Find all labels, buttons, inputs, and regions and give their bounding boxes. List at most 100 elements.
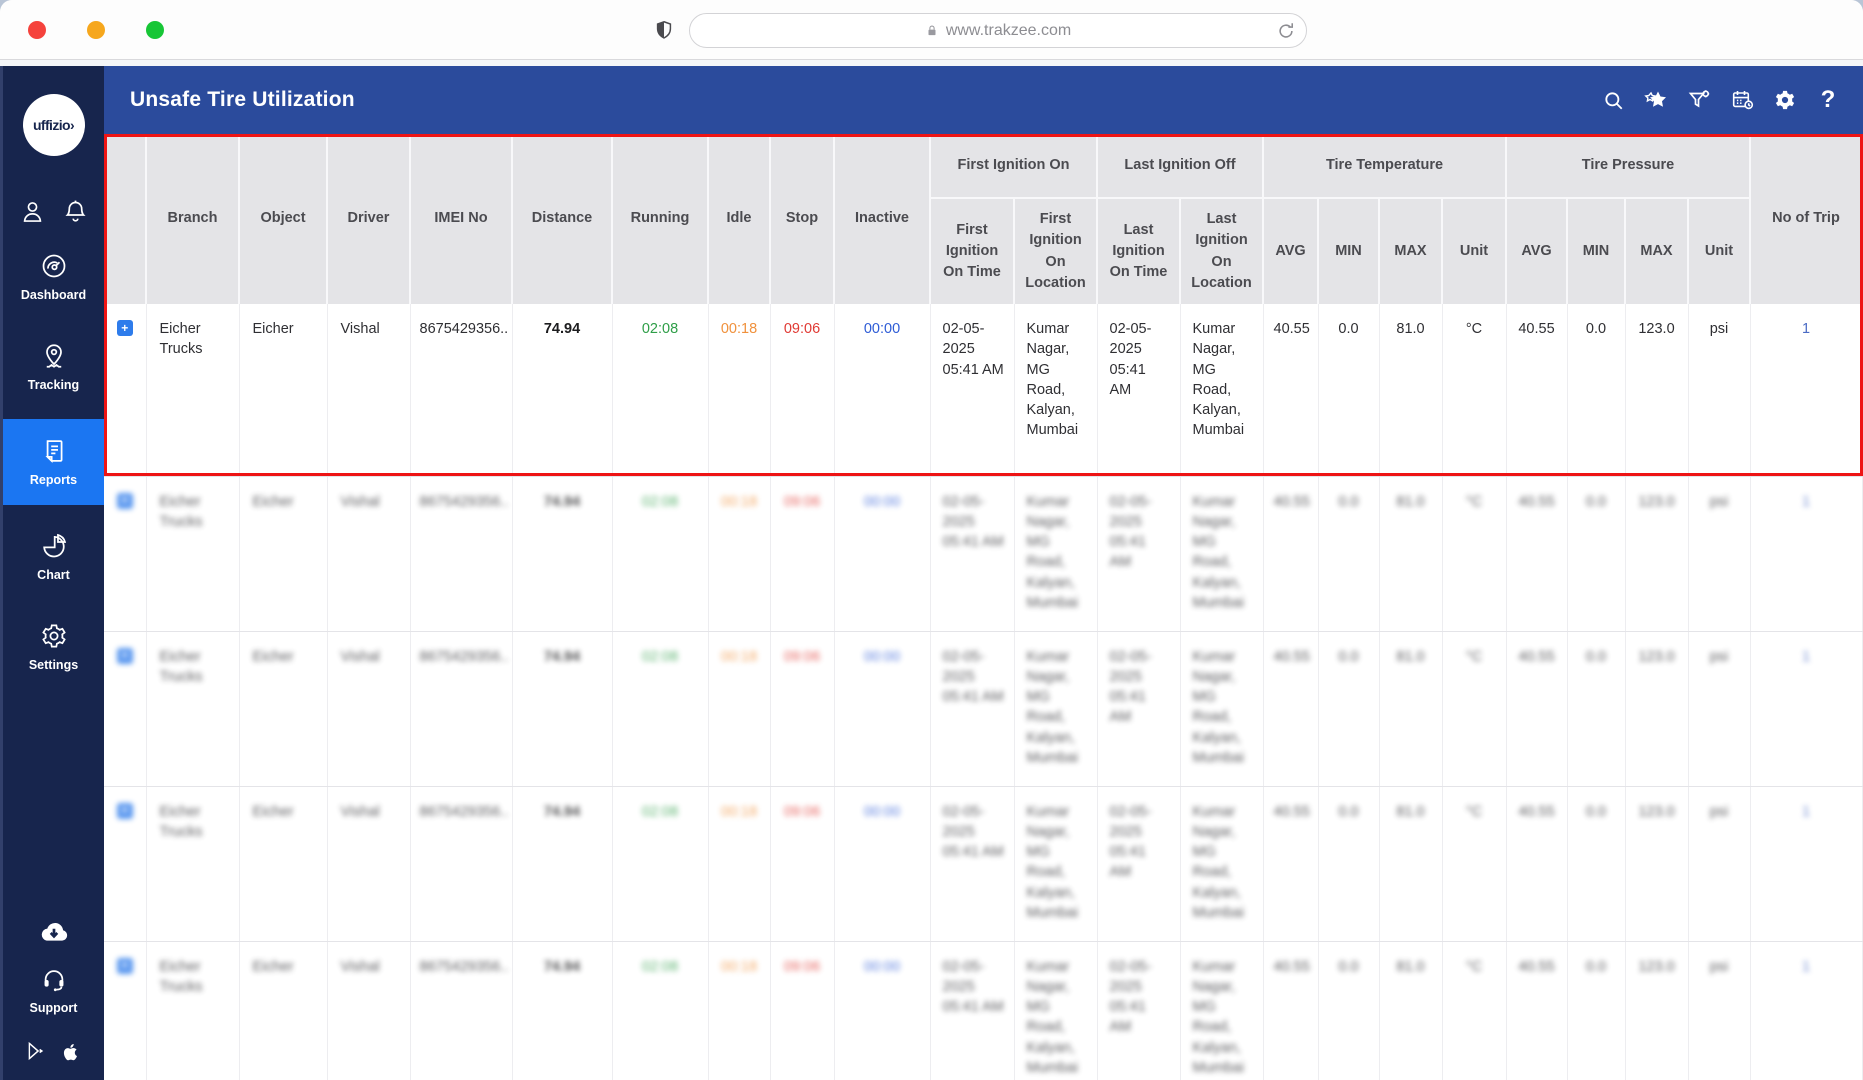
cell-distance-value: 74.94 bbox=[543, 958, 581, 975]
cloud-download-icon[interactable] bbox=[35, 914, 73, 948]
cell-tt_unit-value: °C bbox=[1465, 493, 1483, 510]
cell-imei-value: 8675429356.. bbox=[419, 958, 509, 975]
zoom-button[interactable] bbox=[146, 20, 164, 39]
cell-expand: + bbox=[104, 304, 147, 477]
cell-li_loc-value: Kumar Nagar, MG Road, Kalyan, Mumbai bbox=[1192, 493, 1245, 611]
cell-branch-value: Eicher Trucks bbox=[159, 648, 203, 685]
help-button[interactable]: ? bbox=[1813, 85, 1843, 115]
favorites-button[interactable] bbox=[1641, 85, 1671, 115]
browser-window: www.trakzee.com uffizio› Dashboard Track… bbox=[0, 0, 1863, 1080]
cell-running: 02:08 bbox=[612, 631, 709, 787]
sidebar-item-tracking[interactable]: Tracking bbox=[3, 329, 104, 405]
cell-trips-value[interactable]: 1 bbox=[1761, 647, 1852, 667]
refresh-button[interactable] bbox=[1275, 20, 1297, 42]
cell-driver-value: Vishal bbox=[340, 321, 380, 337]
cell-driver: Vishal bbox=[327, 786, 411, 942]
expand-row-button[interactable]: + bbox=[116, 647, 133, 664]
shield-icon[interactable] bbox=[653, 18, 675, 42]
expand-row-button[interactable]: + bbox=[116, 492, 133, 509]
cell-fi_time: 02-05-2025 05:41 AM bbox=[930, 631, 1015, 787]
report-table: Branch Object Driver IMEI No Distance Ru… bbox=[104, 134, 1863, 1080]
url-bar[interactable]: www.trakzee.com bbox=[689, 13, 1307, 48]
sidebar-item-support[interactable]: Support bbox=[3, 952, 104, 1028]
cell-inactive-value: 00:00 bbox=[863, 493, 901, 510]
cell-idle-value: 00:18 bbox=[720, 803, 758, 820]
cell-trips-value[interactable]: 1 bbox=[1761, 319, 1852, 339]
cell-tt_min: 0.0 bbox=[1318, 941, 1380, 1080]
cell-fi_loc-value: Kumar Nagar, MG Road, Kalyan, Mumbai bbox=[1026, 648, 1079, 766]
cell-tt_avg-value: 40.55 bbox=[1273, 493, 1310, 510]
cell-fi_time-value: 02-05-2025 05:41 AM bbox=[942, 958, 1004, 1016]
table-row: + Eicher Trucks Eicher Vishal 8675429356.. 74… bbox=[104, 786, 1863, 942]
notifications-bell-icon[interactable] bbox=[62, 198, 89, 225]
cell-tt_max: 81.0 bbox=[1379, 786, 1443, 942]
cell-branch: Eicher Trucks bbox=[146, 631, 240, 787]
cell-tp_max-value: 123.0 bbox=[1638, 321, 1675, 337]
logo-text: uffizio› bbox=[32, 117, 75, 133]
cell-tp_avg: 40.55 bbox=[1506, 631, 1568, 787]
cell-inactive-value: 00:00 bbox=[863, 803, 901, 820]
cell-fi_loc: Kumar Nagar, MG Road, Kalyan, Mumbai bbox=[1014, 786, 1098, 942]
cell-distance-value: 74.94 bbox=[543, 321, 581, 337]
cell-tt_avg-value: 40.55 bbox=[1273, 803, 1310, 820]
sidebar-item-dashboard[interactable]: Dashboard bbox=[3, 239, 104, 315]
cell-fi_loc-value: Kumar Nagar, MG Road, Kalyan, Mumbai bbox=[1026, 321, 1079, 439]
cell-li_loc: Kumar Nagar, MG Road, Kalyan, Mumbai bbox=[1180, 304, 1264, 477]
cell-tt_unit: °C bbox=[1442, 941, 1507, 1080]
browser-chrome: www.trakzee.com bbox=[0, 0, 1863, 60]
close-button[interactable] bbox=[28, 20, 46, 39]
col-last-ignition-on-time: Last Ignition On Time bbox=[1097, 198, 1181, 304]
cell-imei: 8675429356.. bbox=[410, 476, 513, 632]
settings-button[interactable] bbox=[1770, 85, 1800, 115]
apple-icon[interactable] bbox=[61, 1040, 82, 1064]
cell-distance-value: 74.94 bbox=[543, 493, 581, 510]
cell-tp_unit: psi bbox=[1688, 476, 1751, 632]
sidebar-bottom: Support bbox=[3, 914, 104, 1080]
expand-row-button[interactable]: + bbox=[116, 957, 133, 974]
cell-tp_min: 0.0 bbox=[1567, 786, 1626, 942]
col-tp-min: MIN bbox=[1567, 198, 1626, 304]
filter-button[interactable] bbox=[1684, 85, 1714, 115]
cell-fi_time: 02-05-2025 05:41 AM bbox=[930, 786, 1015, 942]
sidebar-item-label: Dashboard bbox=[20, 288, 87, 302]
colgroup-tire-temperature: Tire Temperature bbox=[1263, 134, 1507, 199]
cell-driver: Vishal bbox=[327, 304, 411, 477]
store-badges bbox=[25, 1028, 82, 1080]
cell-li_time: 02-05-2025 05:41 AM bbox=[1097, 786, 1181, 942]
cell-running: 02:08 bbox=[612, 476, 709, 632]
cell-trips-value[interactable]: 1 bbox=[1761, 957, 1852, 977]
user-icon[interactable] bbox=[19, 198, 46, 225]
cell-inactive: 00:00 bbox=[834, 786, 931, 942]
map-pin-icon bbox=[40, 342, 68, 370]
cell-tp_unit: psi bbox=[1688, 631, 1751, 787]
uffizio-logo[interactable]: uffizio› bbox=[22, 94, 85, 156]
table-row: + Eicher Trucks Eicher Vishal 8675429356.. 74… bbox=[104, 941, 1863, 1080]
search-button[interactable] bbox=[1598, 85, 1628, 115]
cell-tt_avg: 40.55 bbox=[1263, 631, 1319, 787]
cell-fi_loc: Kumar Nagar, MG Road, Kalyan, Mumbai bbox=[1014, 941, 1098, 1080]
cell-tp_min-value: 0.0 bbox=[1585, 648, 1607, 665]
cell-running-value: 02:08 bbox=[641, 648, 679, 665]
pie-chart-icon bbox=[40, 532, 68, 560]
cell-tp_max-value: 123.0 bbox=[1638, 958, 1675, 975]
cell-li_loc-value: Kumar Nagar, MG Road, Kalyan, Mumbai bbox=[1192, 803, 1245, 921]
cell-running-value: 02:08 bbox=[641, 321, 679, 337]
schedule-button[interactable] bbox=[1727, 85, 1757, 115]
cell-driver: Vishal bbox=[327, 941, 411, 1080]
expand-row-button[interactable]: + bbox=[116, 320, 133, 336]
cell-trips-value[interactable]: 1 bbox=[1761, 492, 1852, 512]
expand-row-button[interactable]: + bbox=[116, 802, 133, 819]
cell-fi_time-value: 02-05-2025 05:41 AM bbox=[942, 493, 1004, 551]
minimize-button[interactable] bbox=[87, 20, 105, 39]
google-play-icon[interactable] bbox=[25, 1040, 46, 1064]
cell-tp_avg: 40.55 bbox=[1506, 786, 1568, 942]
cell-imei: 8675429356.. bbox=[410, 786, 513, 942]
cell-fi_loc: Kumar Nagar, MG Road, Kalyan, Mumbai bbox=[1014, 631, 1098, 787]
sidebar-item-settings[interactable]: Settings bbox=[3, 609, 104, 685]
sidebar-item-reports[interactable]: Reports bbox=[3, 419, 104, 505]
cell-tp_unit: psi bbox=[1688, 304, 1751, 477]
cell-stop-value: 09:06 bbox=[783, 803, 821, 820]
col-object: Object bbox=[239, 134, 328, 304]
sidebar-item-chart[interactable]: Chart bbox=[3, 519, 104, 595]
cell-trips-value[interactable]: 1 bbox=[1761, 802, 1852, 822]
